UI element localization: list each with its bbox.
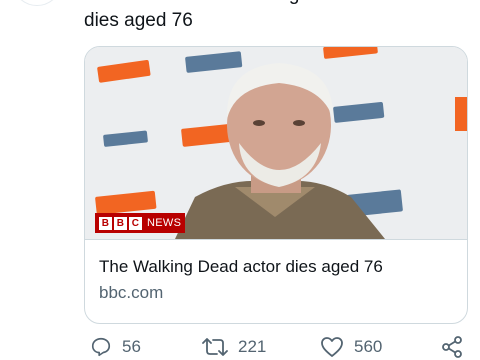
tweet-text-line1: Scott Wilson The Walking Dead star — [84, 0, 474, 8]
reply-count: 56 — [122, 337, 141, 356]
retweet-count: 221 — [238, 337, 267, 356]
card-domain: bbc.com — [99, 283, 164, 302]
bbc-block-b1: B — [99, 216, 112, 230]
share-button[interactable] — [440, 334, 464, 360]
bbc-news-badge: B B C NEWS — [95, 213, 186, 233]
tweet-text: Scott Wilson The Walking Dead star dies … — [84, 0, 474, 34]
share-icon — [442, 336, 462, 358]
reply-button[interactable]: 56 — [90, 334, 141, 360]
author-avatar[interactable] — [12, 0, 62, 6]
reply-icon — [91, 337, 111, 357]
bbc-news-word: NEWS — [147, 217, 182, 229]
heart-icon — [321, 337, 343, 357]
card-image[interactable]: B B C NEWS — [85, 47, 467, 239]
tweet-text-line2: dies aged 76 — [84, 10, 193, 31]
link-preview-card[interactable]: B B C NEWS The Walking Dead actor dies a… — [84, 46, 468, 324]
retweet-button[interactable]: 221 — [202, 334, 266, 360]
card-divider — [85, 239, 467, 240]
card-photo — [85, 47, 467, 239]
bbc-block-b2: B — [114, 216, 127, 230]
bbc-block-c: C — [129, 216, 142, 230]
retweet-icon — [202, 338, 228, 356]
like-button[interactable]: 560 — [320, 334, 382, 360]
card-title[interactable]: The Walking Dead actor dies aged 76 — [99, 257, 383, 277]
tweet-actions: 56 221 560 — [84, 334, 474, 360]
like-count: 560 — [354, 337, 383, 356]
